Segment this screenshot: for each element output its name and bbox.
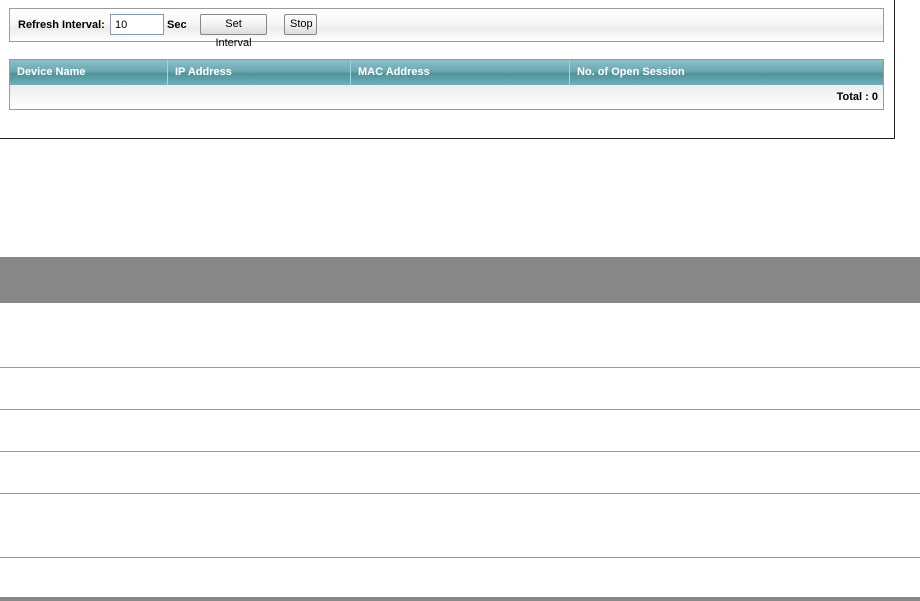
page: Refresh Interval: Sec Set Interval Stop … [0, 0, 920, 601]
column-header-mac-address[interactable]: MAC Address [350, 60, 569, 85]
doc-table-header [0, 257, 920, 303]
doc-table-row-divider [0, 557, 920, 558]
doc-table-row-divider [0, 451, 920, 452]
screenshot-panel: Refresh Interval: Sec Set Interval Stop … [0, 0, 895, 139]
refresh-interval-unit: Sec [167, 19, 187, 31]
set-interval-button[interactable]: Set Interval [200, 14, 267, 49]
column-header-ip-address[interactable]: IP Address [167, 60, 350, 85]
total-count: Total : 0 [836, 91, 878, 103]
doc-table-bottom-border [0, 597, 920, 601]
doc-table-row-divider [0, 409, 920, 410]
doc-table-row-divider [0, 367, 920, 368]
stop-button[interactable]: Stop [284, 14, 317, 35]
doc-table-row-divider [0, 493, 920, 494]
refresh-interval-label: Refresh Interval: [18, 19, 105, 31]
device-table-footer: Total : 0 [10, 85, 883, 109]
refresh-interval-input[interactable] [110, 14, 164, 35]
column-header-open-sessions[interactable]: No. of Open Session [569, 60, 883, 85]
device-table: Device Name IP Address MAC Address No. o… [9, 59, 884, 110]
device-table-header: Device Name IP Address MAC Address No. o… [10, 60, 883, 85]
column-header-device-name[interactable]: Device Name [10, 60, 167, 85]
refresh-interval-bar: Refresh Interval: Sec Set Interval Stop [9, 8, 884, 49]
